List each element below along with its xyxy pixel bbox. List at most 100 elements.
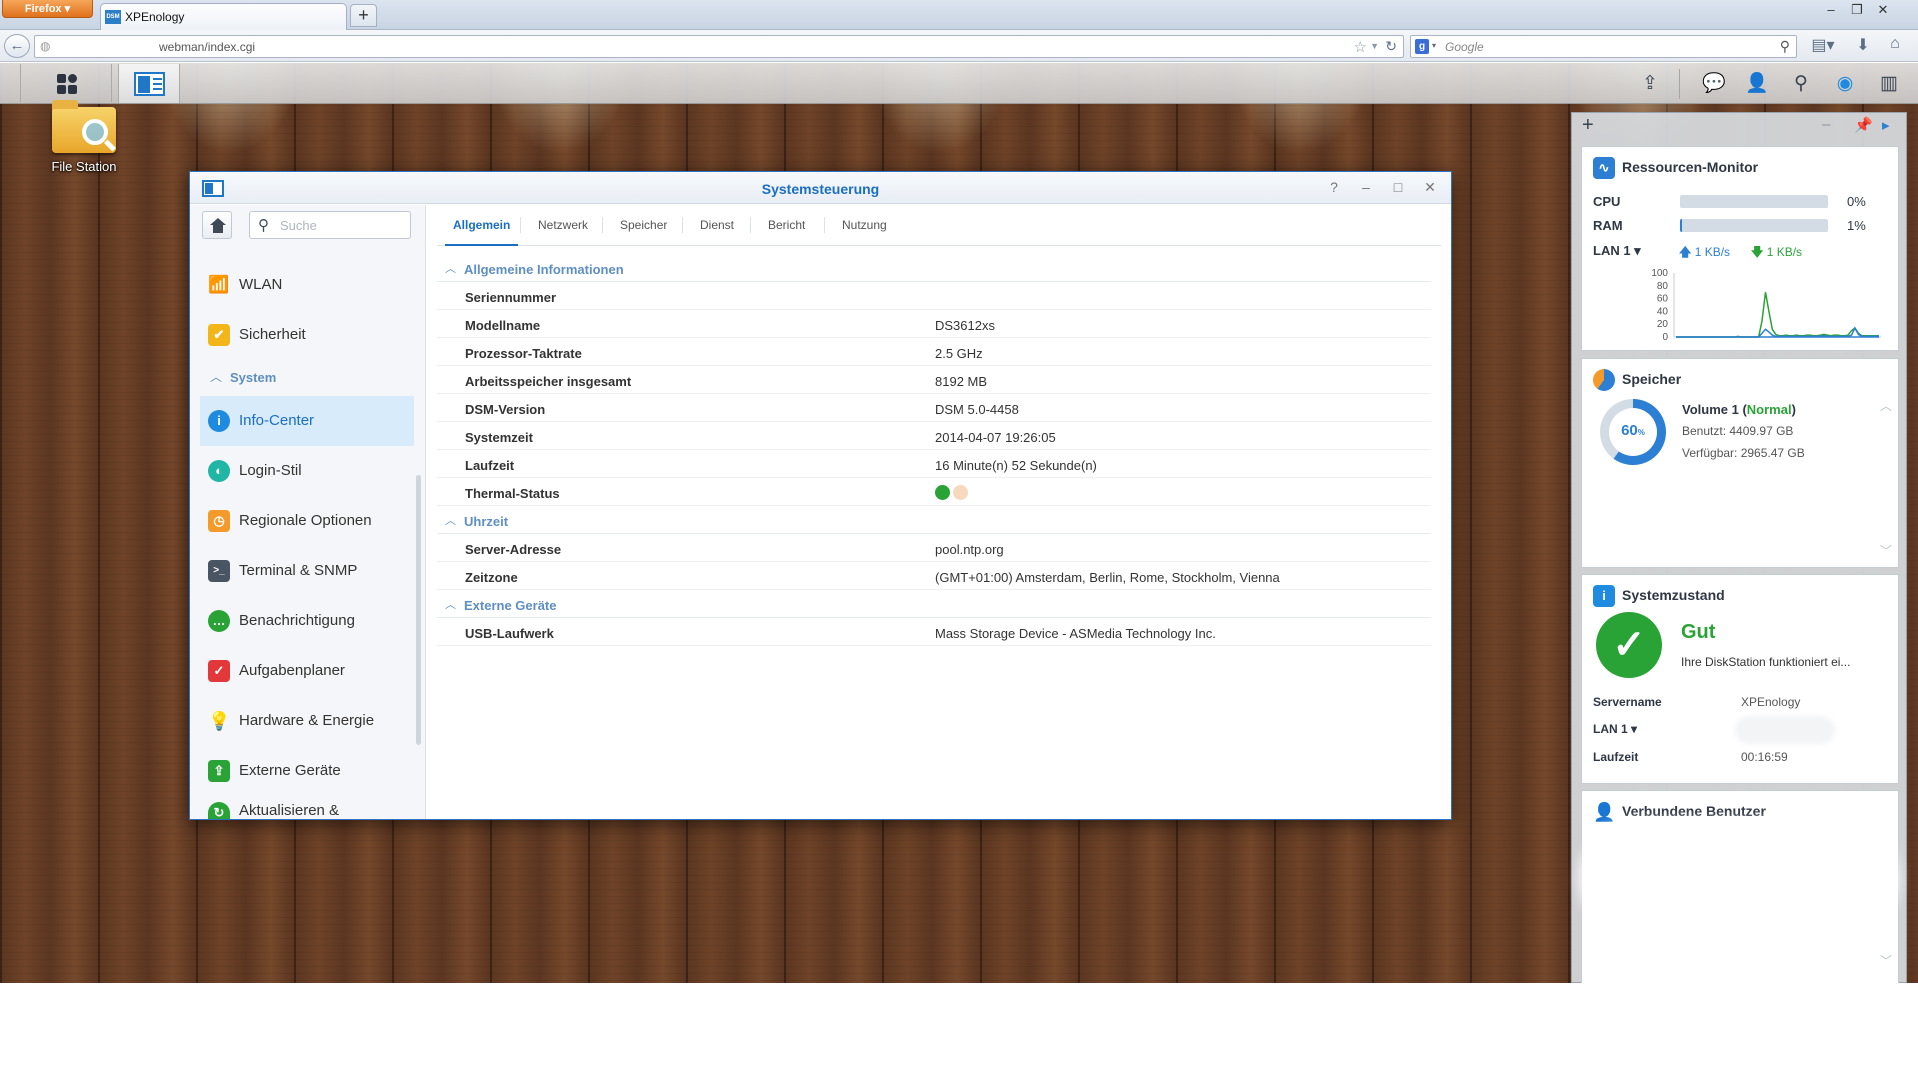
page-below-desktop bbox=[0, 983, 1918, 1079]
info-value: pool.ntp.org bbox=[935, 542, 1004, 557]
help-icon[interactable]: ? bbox=[1325, 178, 1343, 196]
sidebar-section-system[interactable]: ︿ System bbox=[200, 360, 414, 396]
lan-row: LAN 1 ▾ 🡅 1 KB/s 🡇 1 KB/s bbox=[1593, 241, 1893, 259]
widgets-icon[interactable]: ▥ bbox=[1875, 70, 1903, 98]
tab-nutzung[interactable]: Nutzung bbox=[834, 217, 895, 246]
sidebar-item-label: Aufgabenplaner bbox=[239, 662, 345, 679]
chat-icon[interactable]: 💬 bbox=[1700, 70, 1728, 98]
cpu-label: CPU bbox=[1593, 194, 1621, 209]
info-key: Laufzeit bbox=[465, 458, 515, 473]
dsm-icon[interactable]: ◉ bbox=[1831, 70, 1859, 98]
widget-title: Ressourcen-Monitor bbox=[1622, 159, 1759, 175]
bookmarks-menu-icon[interactable]: ▤▾ bbox=[1808, 35, 1838, 57]
firefox-menu-button[interactable]: Firefox ▾ bbox=[2, 0, 93, 18]
browser-navbar: ← ◍ webman/index.cgi ☆ ▼ ↻ g ▾ Google ⚲ … bbox=[0, 30, 1918, 62]
volume-usage-donut: 60% bbox=[1600, 399, 1666, 465]
tab-allgemein[interactable]: Allgemein bbox=[445, 217, 519, 246]
tab-divider bbox=[602, 217, 603, 233]
sidebar-item-wlan[interactable]: 📶 WLAN bbox=[200, 260, 414, 310]
upload-icon[interactable]: ⇪ bbox=[1636, 70, 1664, 98]
restore-window-icon[interactable]: ❐ bbox=[1846, 2, 1868, 18]
sidebar-item-terminal-snmp[interactable]: >_ Terminal & SNMP bbox=[200, 546, 414, 596]
home-icon bbox=[210, 218, 226, 225]
scroll-down-icon[interactable]: ﹀ bbox=[1880, 542, 1892, 559]
info-row: Prozessor-Taktrate 2.5 GHz bbox=[437, 338, 1431, 366]
search-go-icon[interactable]: ⚲ bbox=[1780, 38, 1790, 55]
minimize-widgets-icon[interactable]: – bbox=[1822, 116, 1830, 133]
thermal-status-dot bbox=[953, 485, 968, 500]
sidebar-scrollbar[interactable] bbox=[416, 475, 421, 745]
pin-icon[interactable]: 📌 bbox=[1854, 116, 1873, 134]
ram-label: RAM bbox=[1593, 218, 1623, 233]
home-icon[interactable]: ⌂ bbox=[1884, 35, 1906, 57]
sidebar-item-task-scheduler[interactable]: ✓ Aufgabenplaner bbox=[200, 646, 414, 696]
sidebar-item-label: Hardware & Energie bbox=[239, 712, 375, 729]
url-history-dropdown-icon[interactable]: ▼ bbox=[1370, 41, 1379, 51]
sidebar-item-info-center[interactable]: i Info-Center bbox=[200, 396, 414, 446]
minimize-icon[interactable]: – bbox=[1357, 178, 1375, 196]
sidebar-search-input[interactable] bbox=[280, 217, 405, 234]
info-row: Arbeitsspeicher insgesamt 8192 MB bbox=[437, 366, 1431, 394]
file-station-shortcut[interactable]: File Station bbox=[38, 100, 130, 183]
sidebar-item-hardware-power[interactable]: 💡 Hardware & Energie bbox=[200, 696, 414, 746]
close-icon[interactable]: ✕ bbox=[1421, 178, 1439, 196]
thermal-status-dot bbox=[935, 485, 950, 500]
downloads-icon[interactable]: ⬇ bbox=[1852, 35, 1874, 57]
chart-series-line-2 bbox=[1676, 292, 1879, 338]
add-widget-icon[interactable]: + bbox=[1582, 114, 1594, 137]
collapse-chevron-icon: ︿ bbox=[445, 515, 456, 527]
new-tab-button[interactable]: + bbox=[350, 4, 377, 27]
chart-y-tick-label: 60 bbox=[1657, 294, 1669, 305]
chart-y-tick-label: 100 bbox=[1651, 268, 1668, 279]
browser-search-bar[interactable]: g ▾ Google ⚲ bbox=[1410, 35, 1797, 58]
url-bar[interactable]: ◍ webman/index.cgi ☆ ▼ ↻ bbox=[34, 35, 1404, 58]
sidebar-item-login-style[interactable]: ◐ Login-Stil bbox=[200, 446, 414, 496]
site-identity-icon[interactable]: ◍ bbox=[40, 39, 50, 53]
tab-speicher[interactable]: Speicher bbox=[612, 217, 675, 246]
reload-icon[interactable]: ↻ bbox=[1385, 38, 1397, 55]
scroll-down-icon[interactable]: ﹀ bbox=[1880, 952, 1892, 969]
collapse-chevron-icon: ︿ bbox=[210, 370, 223, 384]
bookmark-star-icon[interactable]: ☆ bbox=[1354, 38, 1367, 56]
ram-usage-bar bbox=[1680, 219, 1828, 232]
sidebar-item-security[interactable]: ✔ Sicherheit bbox=[200, 310, 414, 360]
sidebar-item-label: Regionale Optionen bbox=[239, 512, 372, 529]
sidebar-item-notification[interactable]: … Benachrichtigung bbox=[200, 596, 414, 646]
sidebar-item-external-devices[interactable]: ⇪ Externe Geräte bbox=[200, 746, 414, 796]
collapse-panel-icon[interactable]: ▸ bbox=[1882, 116, 1890, 134]
minimize-window-icon[interactable]: – bbox=[1820, 2, 1842, 17]
info-key: Zeitzone bbox=[465, 570, 518, 585]
tab-dienst[interactable]: Dienst bbox=[692, 217, 742, 246]
browser-tab[interactable]: DSM XPEnology bbox=[100, 3, 347, 30]
shield-icon: ✔ bbox=[208, 324, 230, 346]
section-external-header[interactable]: ︿ Externe Geräte bbox=[437, 590, 1431, 618]
section-time-header[interactable]: ︿ Uhrzeit bbox=[437, 506, 1431, 534]
google-engine-icon[interactable]: g bbox=[1415, 39, 1429, 54]
health-message: Ihre DiskStation funktioniert ei... bbox=[1681, 655, 1851, 669]
volume-used: Benutzt: 4409.97 GB bbox=[1682, 424, 1794, 438]
close-window-icon[interactable]: ✕ bbox=[1872, 2, 1894, 18]
section-general-header[interactable]: ︿ Allgemeine Informationen bbox=[437, 254, 1431, 282]
maximize-icon[interactable]: □ bbox=[1389, 178, 1407, 196]
taskbar-control-panel-button[interactable] bbox=[118, 64, 180, 103]
sidebar-item-update-restore[interactable]: ↻ Aktualisieren & bbox=[200, 796, 414, 819]
user-icon[interactable]: 👤 bbox=[1743, 70, 1771, 98]
widget-panel-toolbar: + – 📌 ▸ bbox=[1572, 113, 1906, 139]
redacted-ip bbox=[1739, 720, 1831, 740]
home-button[interactable] bbox=[202, 211, 232, 239]
search-engine-dropdown-icon[interactable]: ▾ bbox=[1432, 41, 1436, 50]
info-value: 8192 MB bbox=[935, 374, 988, 389]
lan-select[interactable]: LAN 1 ▾ bbox=[1593, 722, 1637, 736]
back-button[interactable]: ← bbox=[4, 34, 30, 58]
tab-netzwerk[interactable]: Netzwerk bbox=[530, 217, 596, 246]
sidebar-item-regional-options[interactable]: ◷ Regionale Optionen bbox=[200, 496, 414, 546]
info-row: DSM-Version DSM 5.0-4458 bbox=[437, 394, 1431, 422]
scroll-up-icon[interactable]: ︿ bbox=[1880, 397, 1892, 414]
search-icon[interactable]: ⚲ bbox=[1787, 70, 1815, 98]
window-titlebar[interactable]: Systemsteuerung ? – □ ✕ bbox=[190, 172, 1451, 204]
lan-select[interactable]: LAN 1 ▾ bbox=[1593, 243, 1641, 259]
section-title: Externe Geräte bbox=[464, 598, 557, 613]
main-menu-button[interactable] bbox=[20, 64, 112, 102]
collapse-chevron-icon: ︿ bbox=[445, 599, 456, 611]
tab-bericht[interactable]: Bericht bbox=[760, 217, 813, 246]
